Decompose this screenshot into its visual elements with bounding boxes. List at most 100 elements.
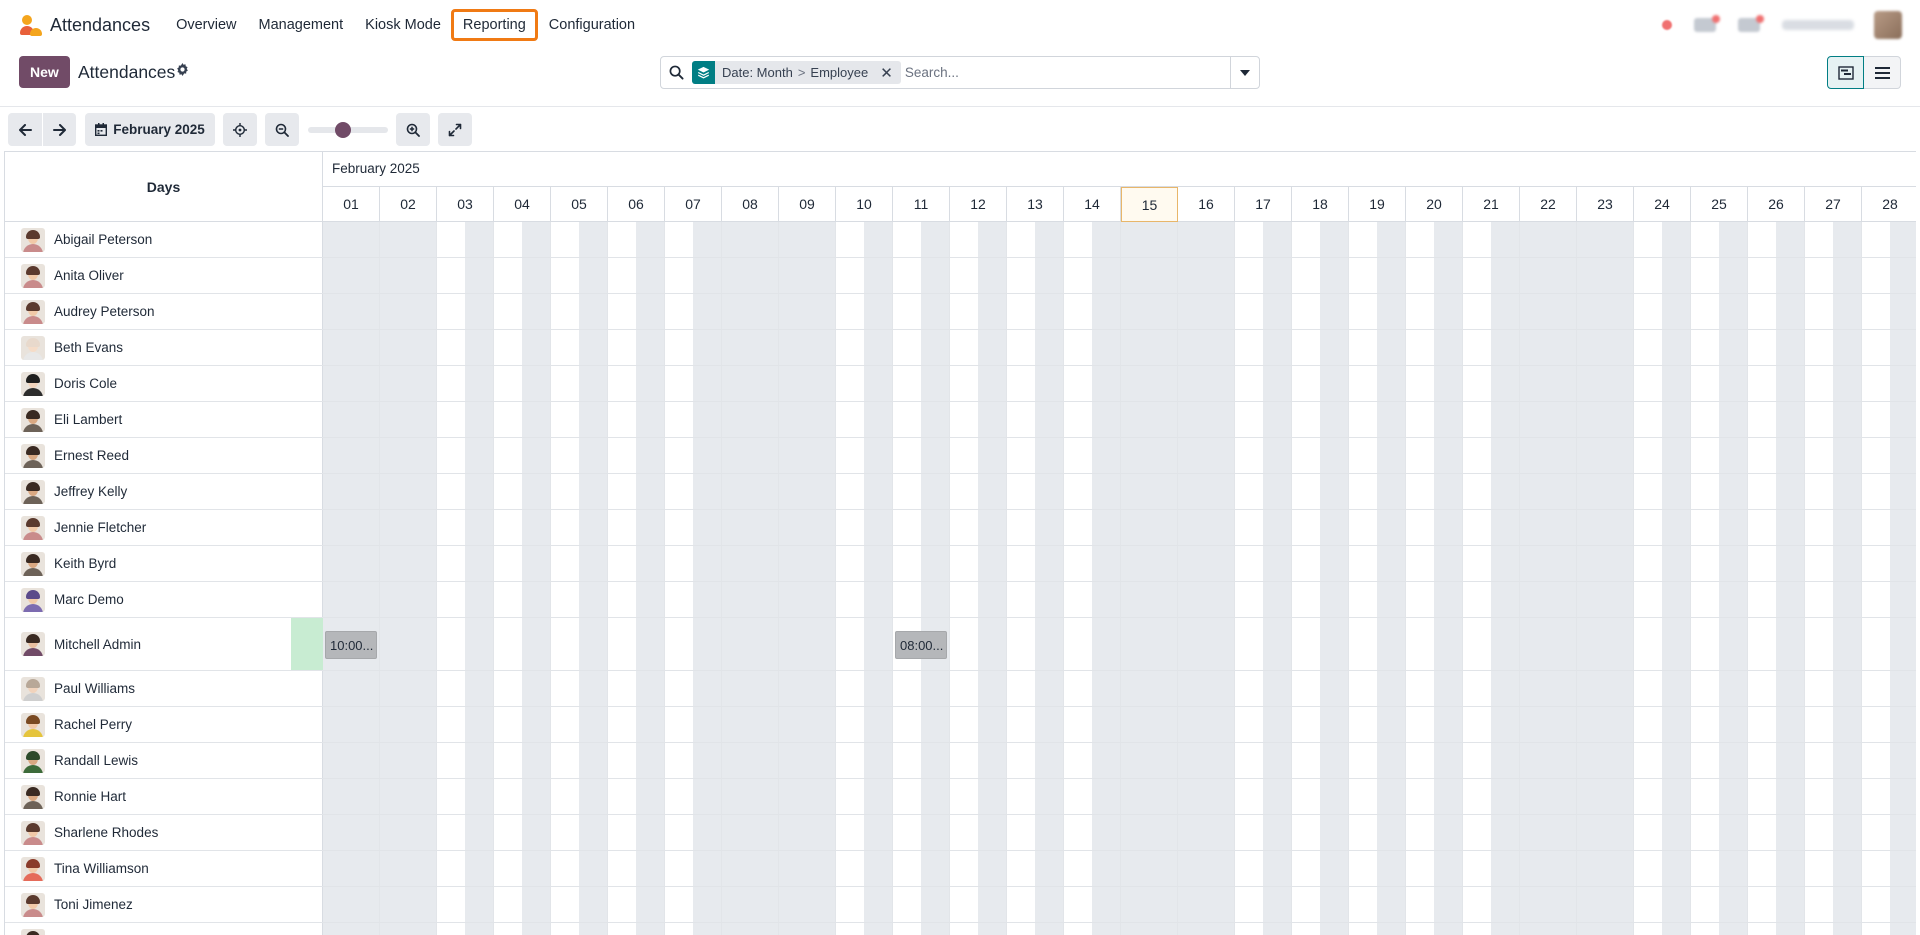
row-header: Marc Demo bbox=[5, 582, 323, 617]
gantt-row[interactable]: Mitchell Admin 10:00... 08:00... bbox=[5, 618, 1916, 671]
new-button[interactable]: New bbox=[19, 56, 70, 88]
gantt-row[interactable]: Randall Lewis bbox=[5, 743, 1916, 779]
gantt-row[interactable]: Audrey Peterson bbox=[5, 294, 1916, 330]
employee-avatar bbox=[21, 335, 45, 360]
day-header-14: 14 bbox=[1064, 187, 1121, 222]
employee-avatar bbox=[21, 407, 45, 432]
employee-avatar bbox=[21, 928, 45, 935]
gantt-row[interactable]: Abigail Peterson bbox=[5, 222, 1916, 258]
day-header-27: 27 bbox=[1805, 187, 1862, 222]
gantt-row[interactable]: Anita Oliver bbox=[5, 258, 1916, 294]
employee-avatar bbox=[21, 712, 45, 737]
next-period-button[interactable] bbox=[43, 113, 76, 146]
gantt-row[interactable]: Marc Demo bbox=[5, 582, 1916, 618]
gantt-row[interactable]: Toni Jimenez bbox=[5, 887, 1916, 923]
employee-avatar bbox=[21, 892, 45, 917]
day-header-18: 18 bbox=[1292, 187, 1349, 222]
gantt-row[interactable]: Keith Byrd bbox=[5, 546, 1916, 582]
current-user-marker bbox=[291, 618, 323, 670]
list-view-button[interactable] bbox=[1864, 56, 1901, 89]
menu-configuration[interactable]: Configuration bbox=[539, 11, 645, 39]
day-header-01: 01 bbox=[323, 187, 380, 222]
zoom-out-button[interactable] bbox=[265, 113, 299, 146]
gantt-row[interactable]: Jeffrey Kelly bbox=[5, 474, 1916, 510]
day-header-06: 06 bbox=[608, 187, 665, 222]
day-header-15: 15 bbox=[1121, 187, 1178, 222]
day-header-26: 26 bbox=[1748, 187, 1805, 222]
employee-name: Tina Williamson bbox=[54, 861, 149, 876]
row-header: Doris Cole bbox=[5, 366, 323, 401]
employee-name: Ronnie Hart bbox=[54, 789, 127, 804]
company-switcher[interactable] bbox=[1782, 20, 1854, 30]
day-header-09: 09 bbox=[779, 187, 836, 222]
attendance-pill[interactable]: 08:00... bbox=[895, 631, 947, 659]
zoom-slider-handle[interactable] bbox=[335, 122, 351, 138]
zoom-slider[interactable] bbox=[308, 122, 388, 138]
gear-icon[interactable] bbox=[176, 63, 189, 79]
row-header: Abigail Peterson bbox=[5, 222, 323, 257]
employee-name: Rachel Perry bbox=[54, 717, 133, 732]
employee-avatar bbox=[21, 587, 45, 612]
date-picker-button[interactable]: February 2025 bbox=[85, 113, 215, 146]
row-header: Jeffrey Kelly bbox=[5, 474, 323, 509]
employee-name: Doris Cole bbox=[54, 376, 118, 391]
day-header-16: 16 bbox=[1178, 187, 1235, 222]
gantt-row[interactable]: Jennie Fletcher bbox=[5, 510, 1916, 546]
previous-period-button[interactable] bbox=[8, 113, 42, 146]
app-brand[interactable]: Attendances bbox=[18, 12, 150, 38]
employee-avatar bbox=[21, 784, 45, 809]
day-header-03: 03 bbox=[437, 187, 494, 222]
menu-kiosk-mode[interactable]: Kiosk Mode bbox=[355, 11, 451, 39]
day-header-20: 20 bbox=[1406, 187, 1463, 222]
gantt-row[interactable]: Eli Lambert bbox=[5, 402, 1916, 438]
gantt-row[interactable] bbox=[5, 923, 1916, 935]
view-switcher bbox=[1827, 56, 1901, 89]
facet-remove-icon[interactable]: ✕ bbox=[874, 64, 901, 82]
zoom-out-icon bbox=[275, 123, 289, 137]
gantt-row[interactable]: Ernest Reed bbox=[5, 438, 1916, 474]
groupby-facet: Date: Month > Employee ✕ bbox=[692, 61, 901, 84]
facet-label: Date: Month > Employee bbox=[722, 65, 869, 80]
rows-header: Days bbox=[5, 152, 323, 222]
expand-rows-button[interactable] bbox=[438, 113, 472, 146]
gantt-row[interactable]: Paul Williams bbox=[5, 671, 1916, 707]
focus-today-button[interactable] bbox=[223, 113, 257, 146]
list-icon bbox=[1874, 66, 1890, 79]
arrow-left-icon bbox=[18, 123, 32, 136]
attendance-pill[interactable]: 10:00... bbox=[325, 631, 377, 659]
chat-icon[interactable] bbox=[1694, 15, 1720, 32]
day-header-23: 23 bbox=[1577, 187, 1634, 222]
employee-name: Paul Williams bbox=[54, 681, 136, 696]
day-header-13: 13 bbox=[1007, 187, 1064, 222]
menu-overview[interactable]: Overview bbox=[166, 11, 246, 39]
gantt-row[interactable]: Tina Williamson bbox=[5, 851, 1916, 887]
month-header: February 2025 bbox=[323, 152, 1916, 187]
gantt-row[interactable]: Ronnie Hart bbox=[5, 779, 1916, 815]
day-header-12: 12 bbox=[950, 187, 1007, 222]
gantt-row[interactable]: Beth Evans bbox=[5, 330, 1916, 366]
employee-avatar bbox=[21, 299, 45, 324]
employee-name: Jennie Fletcher bbox=[54, 520, 147, 535]
zoom-in-button[interactable] bbox=[396, 113, 430, 146]
search-options-toggle[interactable] bbox=[1230, 57, 1259, 88]
gantt-view-button[interactable] bbox=[1827, 56, 1864, 89]
menu-reporting[interactable]: Reporting bbox=[450, 9, 538, 41]
row-header: Ronnie Hart bbox=[5, 779, 323, 814]
user-avatar[interactable] bbox=[1874, 11, 1902, 39]
gantt-row[interactable]: Rachel Perry bbox=[5, 707, 1916, 743]
navbar-systray bbox=[1662, 10, 1902, 40]
employee-name: Ernest Reed bbox=[54, 448, 130, 463]
employee-avatar bbox=[21, 632, 45, 656]
activity-icon[interactable] bbox=[1738, 15, 1764, 32]
day-header-11: 11 bbox=[893, 187, 950, 222]
employee-avatar bbox=[21, 676, 45, 701]
search-input[interactable] bbox=[900, 65, 1230, 80]
caret-down-icon bbox=[1240, 69, 1250, 76]
gantt-row[interactable]: Doris Cole bbox=[5, 366, 1916, 402]
row-header: Toni Jimenez bbox=[5, 887, 323, 922]
period-label: February 2025 bbox=[113, 122, 205, 137]
status-indicator-icon[interactable] bbox=[1662, 20, 1672, 30]
menu-management[interactable]: Management bbox=[249, 11, 354, 39]
search-icon bbox=[661, 65, 691, 80]
gantt-row[interactable]: Sharlene Rhodes bbox=[5, 815, 1916, 851]
